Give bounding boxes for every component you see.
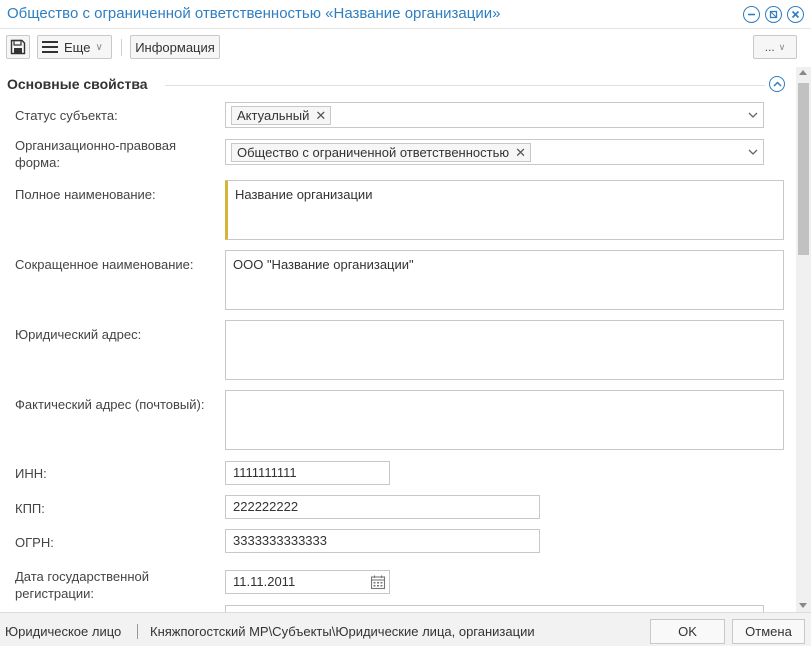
next-field-partial[interactable] [225, 605, 764, 612]
cancel-button[interactable]: Отмена [732, 619, 805, 644]
floppy-disk-icon [10, 39, 26, 55]
window-title: Общество с ограниченной ответственностью… [7, 5, 501, 22]
entity-type-text: Юридическое лицо [5, 624, 122, 639]
status-bar: Юридическое лицо Княжпогостский МР\Субъе… [0, 612, 811, 646]
legal-form-tag-text: Общество с ограниченной ответственностью [237, 145, 510, 160]
status-separator [137, 624, 138, 639]
legal-address-field[interactable] [225, 320, 784, 380]
ogrn-field[interactable]: 3333333333333 [225, 529, 540, 553]
chevron-down-icon[interactable] [748, 147, 758, 157]
ogrn-label: ОГРН: [15, 535, 54, 550]
minimize-icon[interactable] [743, 6, 760, 23]
reg-date-field[interactable]: 11.11.2011 [225, 570, 390, 594]
location-path: Княжпогостский МР\Субъекты\Юридические л… [150, 624, 535, 639]
calendar-icon[interactable] [370, 574, 386, 590]
scrollbar-thumb[interactable] [798, 83, 809, 255]
extra-actions-button[interactable]: ... ∨ [753, 35, 797, 59]
legal-form-label: Организационно-правовая форма: [15, 137, 176, 171]
status-label: Статус субъекта: [15, 108, 118, 123]
inn-field[interactable]: 1111111111 [225, 461, 390, 485]
collapse-section-icon[interactable] [769, 76, 785, 92]
actual-address-label: Фактический адрес (почтовый): [15, 397, 205, 412]
status-tag-text: Актуальный [237, 108, 310, 123]
reg-date-label: Дата государственной регистрации: [15, 568, 149, 602]
remove-tag-icon[interactable]: ✕ [315, 108, 326, 124]
toolbar-separator [121, 39, 122, 56]
toolbar: Еще ∨ Информация ... ∨ [0, 29, 811, 67]
reg-date-label-line1: Дата государственной [15, 569, 149, 584]
reg-date-value: 11.11.2011 [233, 574, 296, 589]
kpp-field[interactable]: 222222222 [225, 495, 540, 519]
form-content: Основные свойства Статус субъекта: Актуа… [0, 67, 796, 612]
actual-address-field[interactable] [225, 390, 784, 450]
full-name-label: Полное наименование: [15, 187, 156, 202]
section-divider [165, 85, 765, 86]
info-button[interactable]: Информация [130, 35, 220, 59]
legal-form-label-line1: Организационно-правовая [15, 138, 177, 153]
chevron-down-icon[interactable] [748, 110, 758, 120]
remove-tag-icon[interactable]: ✕ [515, 145, 526, 161]
title-bar: Общество с ограниченной ответственностью… [0, 0, 811, 29]
legal-form-combo[interactable]: Общество с ограниченной ответственностью… [225, 139, 764, 165]
vertical-scrollbar[interactable] [796, 67, 811, 612]
extra-actions-label: ... [764, 40, 775, 54]
kpp-label: КПП: [15, 501, 45, 516]
save-button[interactable] [6, 35, 30, 59]
ok-button[interactable]: OK [650, 619, 725, 644]
legal-address-label: Юридический адрес: [15, 327, 142, 342]
status-combo[interactable]: Актуальный ✕ [225, 102, 764, 128]
legal-form-tag: Общество с ограниченной ответственностью… [231, 143, 532, 162]
inn-label: ИНН: [15, 466, 47, 481]
scroll-down-icon[interactable] [799, 603, 807, 608]
short-name-field[interactable]: ООО "Название организации" [225, 250, 784, 310]
short-name-label: Сокращенное наименование: [15, 257, 194, 272]
chevron-down-icon: ∨ [95, 41, 103, 53]
section-title: Основные свойства [7, 76, 148, 92]
legal-form-label-line2: форма: [15, 155, 60, 170]
status-tag: Актуальный ✕ [231, 106, 332, 125]
maximize-icon[interactable] [765, 6, 782, 23]
full-name-field[interactable]: Название организации [225, 180, 784, 240]
more-button-label: Еще [64, 39, 91, 55]
hamburger-menu-icon [42, 41, 58, 53]
scroll-up-icon[interactable] [799, 70, 807, 75]
more-button[interactable]: Еще ∨ [37, 35, 112, 59]
chevron-down-icon: ∨ [778, 41, 786, 52]
close-icon[interactable] [787, 6, 804, 23]
reg-date-label-line2: регистрации: [15, 586, 94, 601]
